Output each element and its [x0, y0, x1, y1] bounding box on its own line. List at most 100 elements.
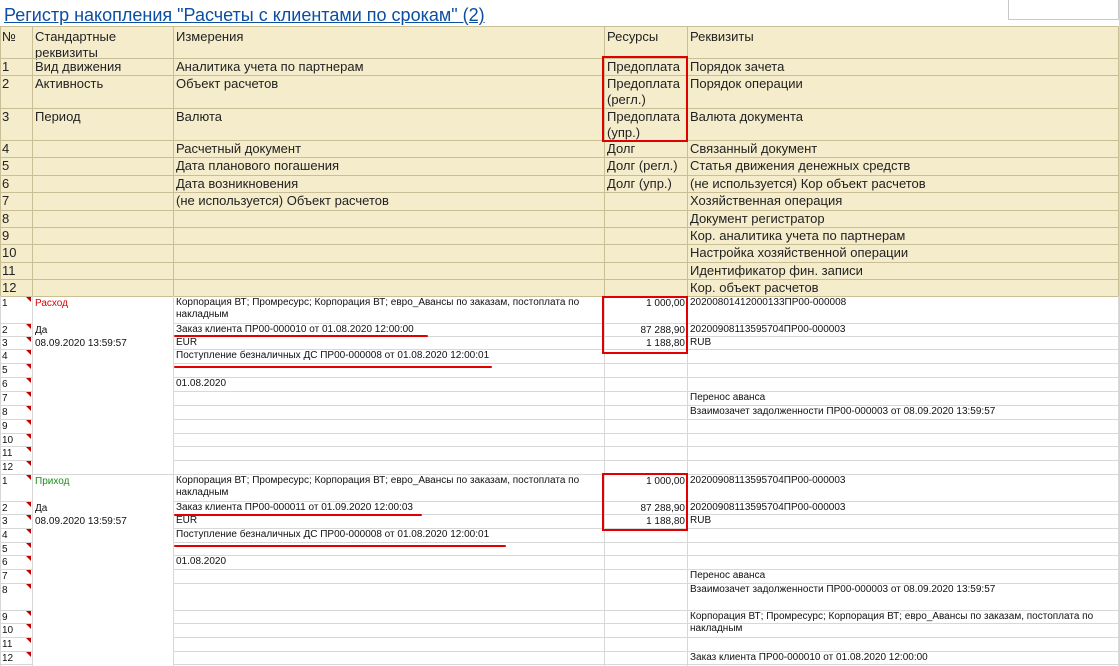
grid-line [0, 377, 32, 378]
highlight-frame [602, 56, 688, 142]
register-title[interactable]: Регистр накопления "Расчеты с клиентами … [4, 5, 485, 26]
header-attribute-field[interactable]: Кор. объект расчетов [690, 280, 1118, 296]
header-attribute-field[interactable]: (не используется) Кор объект расчетов [690, 176, 1118, 192]
row-marker-icon [26, 584, 31, 589]
header-standard-field[interactable]: Вид движения [35, 59, 173, 75]
dimension-value[interactable]: Поступление безналичных ДС ПР00-000008 о… [176, 350, 596, 362]
column-header-number[interactable]: № [2, 29, 30, 45]
grid-line [0, 75, 1119, 76]
standard-field-value[interactable]: Да [35, 325, 173, 337]
grid-line [173, 664, 1119, 665]
column-header-attributes[interactable]: Реквизиты [690, 29, 1090, 45]
dimension-value[interactable]: EUR [176, 515, 596, 527]
header-row-number[interactable]: 8 [2, 211, 30, 227]
movement-type[interactable]: Приход [35, 476, 173, 488]
standard-field-value[interactable]: Да [35, 503, 173, 515]
attribute-value[interactable]: RUB [690, 337, 1118, 349]
dimension-value[interactable]: Заказ клиента ПР00-000011 от 01.09.2020 … [176, 502, 596, 514]
header-attribute-field[interactable]: Настройка хозяйственной операции [690, 245, 1118, 261]
header-row-number[interactable]: 4 [2, 141, 30, 157]
dimension-value[interactable]: Поступление безналичных ДС ПР00-000008 о… [176, 529, 596, 541]
grid-line [173, 542, 1119, 543]
row-marker-icon [26, 652, 31, 657]
attribute-value[interactable]: 20200908113595704ПР00-000003 [690, 475, 1118, 487]
header-dimension-field[interactable]: Валюта [176, 109, 601, 125]
header-attribute-field[interactable]: Валюта документа [690, 109, 1118, 125]
header-attribute-field[interactable]: Хозяйственная операция [690, 193, 1118, 209]
header-attribute-field[interactable]: Статья движения денежных средств [690, 158, 1118, 174]
dimension-value[interactable]: 01.08.2020 [176, 556, 596, 568]
attribute-value[interactable]: 20200908113595704ПР00-000003 [690, 324, 1118, 336]
dimension-value[interactable]: EUR [176, 337, 596, 349]
header-standard-field[interactable]: Активность [35, 76, 173, 92]
grid-line [173, 651, 1119, 652]
header-dimension-field[interactable]: (не используется) Объект расчетов [176, 193, 601, 209]
movement-type[interactable]: Расход [35, 298, 173, 310]
grid-line [173, 26, 174, 296]
attribute-value[interactable]: Перенос аванса [690, 392, 1118, 404]
header-row-number[interactable]: 6 [2, 176, 30, 192]
header-row-number[interactable]: 1 [2, 59, 30, 75]
row-marker-icon [26, 556, 31, 561]
header-resource-field[interactable]: Долг (упр.) [607, 176, 687, 192]
standard-field-value[interactable]: 08.09.2020 13:59:57 [35, 516, 173, 528]
grid-line [0, 433, 32, 434]
attribute-value[interactable]: Взаимозачет задолженности ПР00-000003 от… [690, 406, 1118, 418]
row-marker-icon [26, 324, 31, 329]
row-marker-icon [26, 297, 31, 302]
grid-line [0, 210, 1119, 211]
grid-line [173, 433, 1119, 434]
grid-line [0, 296, 1, 666]
header-standard-field[interactable]: Период [35, 109, 173, 125]
grid-line [0, 610, 32, 611]
header-attribute-field[interactable]: Порядок зачета [690, 59, 1118, 75]
window-corner-box [1008, 0, 1119, 20]
header-dimension-field[interactable]: Дата планового погашения [176, 158, 601, 174]
dimension-value[interactable]: Корпорация ВТ; Промресурс; Корпорация ВТ… [176, 475, 596, 499]
header-row-number[interactable]: 12 [2, 280, 30, 296]
grid-line [32, 26, 33, 296]
column-header-dimensions[interactable]: Измерения [176, 29, 576, 45]
header-attribute-field[interactable]: Связанный документ [690, 141, 1118, 157]
grid-line [0, 58, 1119, 59]
grid-line [0, 363, 32, 364]
attribute-value[interactable]: 20200801412000133ПР00-000008 [690, 297, 1118, 309]
header-attribute-field[interactable]: Кор. аналитика учета по партнерам [690, 228, 1118, 244]
highlight-frame [602, 473, 688, 531]
attribute-value[interactable]: Заказ клиента ПР00-000010 от 01.08.2020 … [690, 652, 1118, 664]
header-row-number[interactable]: 9 [2, 228, 30, 244]
header-resource-field[interactable]: Долг (регл.) [607, 158, 687, 174]
attribute-value[interactable]: 20200908113595704ПР00-000003 [690, 502, 1118, 514]
header-row-number[interactable]: 3 [2, 109, 30, 125]
row-marker-icon [26, 502, 31, 507]
header-row-number[interactable]: 11 [2, 263, 30, 279]
grid-line [0, 108, 1119, 109]
column-header-resources[interactable]: Ресурсы [607, 29, 687, 45]
grid-line [0, 637, 32, 638]
column-header-standard[interactable]: Стандартные реквизиты [35, 29, 145, 61]
dimension-value[interactable]: Корпорация ВТ; Промресурс; Корпорация ВТ… [176, 297, 596, 321]
header-dimension-field[interactable]: Аналитика учета по партнерам [176, 59, 601, 75]
header-attribute-field[interactable]: Документ регистратор [690, 211, 1118, 227]
header-row-number[interactable]: 2 [2, 76, 30, 92]
grid-line [0, 26, 1, 296]
row-marker-icon [26, 461, 31, 466]
header-resource-field[interactable]: Долг [607, 141, 687, 157]
header-row-number[interactable]: 5 [2, 158, 30, 174]
attribute-value[interactable]: RUB [690, 515, 1118, 527]
header-attribute-field[interactable]: Порядок операции [690, 76, 1118, 92]
header-dimension-field[interactable]: Объект расчетов [176, 76, 601, 92]
grid-line [0, 336, 32, 337]
dimension-value[interactable]: 01.08.2020 [176, 378, 596, 390]
attribute-value[interactable]: Взаимозачет задолженности ПР00-000003 от… [690, 584, 1118, 596]
header-dimension-field[interactable]: Дата возникновения [176, 176, 601, 192]
row-marker-icon [26, 638, 31, 643]
header-attribute-field[interactable]: Идентификатор фин. записи [690, 263, 1118, 279]
header-row-number[interactable]: 7 [2, 193, 30, 209]
standard-field-value[interactable]: 08.09.2020 13:59:57 [35, 338, 173, 350]
row-marker-icon [26, 434, 31, 439]
attribute-value[interactable]: Перенос аванса [690, 570, 1118, 582]
header-dimension-field[interactable]: Расчетный документ [176, 141, 601, 157]
row-marker-icon [26, 570, 31, 575]
header-row-number[interactable]: 10 [2, 245, 30, 261]
